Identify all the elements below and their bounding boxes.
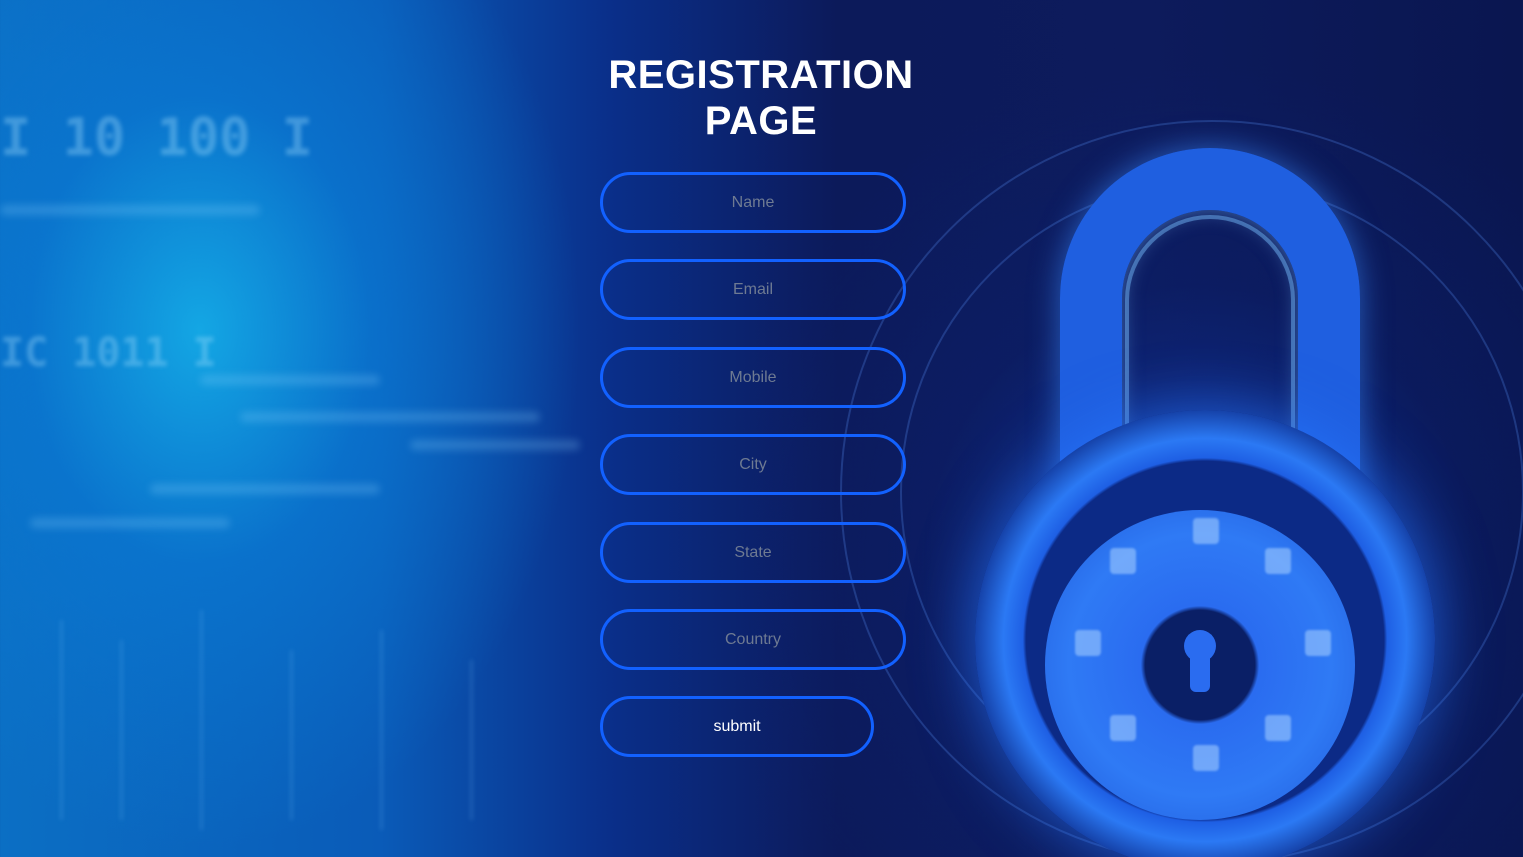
keyhole-icon xyxy=(1184,630,1216,662)
padlock-shackle-highlight xyxy=(1125,215,1295,515)
background-code-text: IC 1011 I xyxy=(0,330,217,376)
background-streak xyxy=(410,440,580,450)
name-input[interactable] xyxy=(600,172,906,233)
email-input[interactable] xyxy=(600,259,906,320)
dial-mark xyxy=(1193,518,1219,544)
keyhole-slot xyxy=(1190,650,1210,692)
dial-mark xyxy=(1193,745,1219,771)
padlock-dial xyxy=(1045,510,1355,820)
background-streak xyxy=(30,518,230,528)
state-input[interactable] xyxy=(600,522,906,583)
dial-mark xyxy=(1110,715,1136,741)
background-streak xyxy=(0,205,260,215)
dial-mark xyxy=(1265,715,1291,741)
padlock-halo xyxy=(840,120,1523,857)
padlock-shackle xyxy=(1060,148,1360,568)
mobile-input[interactable] xyxy=(600,347,906,408)
background-code-text: I 10 100 I xyxy=(0,108,314,168)
padlock-halo xyxy=(900,180,1523,804)
city-input[interactable] xyxy=(600,434,906,495)
background-line xyxy=(470,660,473,820)
background-line xyxy=(380,630,383,830)
background-streak xyxy=(240,412,540,422)
submit-button[interactable]: submit xyxy=(600,696,874,757)
background-line xyxy=(60,620,63,820)
background-line xyxy=(290,650,293,820)
background-streak xyxy=(200,375,380,385)
dial-mark xyxy=(1265,548,1291,574)
padlock-illustration xyxy=(840,120,1523,857)
country-input[interactable] xyxy=(600,609,906,670)
page-title: REGISTRATION PAGE xyxy=(608,53,914,143)
background-line xyxy=(200,610,203,830)
dial-mark xyxy=(1075,630,1101,656)
dial-mark xyxy=(1110,548,1136,574)
background-streak xyxy=(150,484,380,494)
dial-mark xyxy=(1305,630,1331,656)
padlock-body xyxy=(975,410,1435,857)
background-line xyxy=(120,640,123,820)
